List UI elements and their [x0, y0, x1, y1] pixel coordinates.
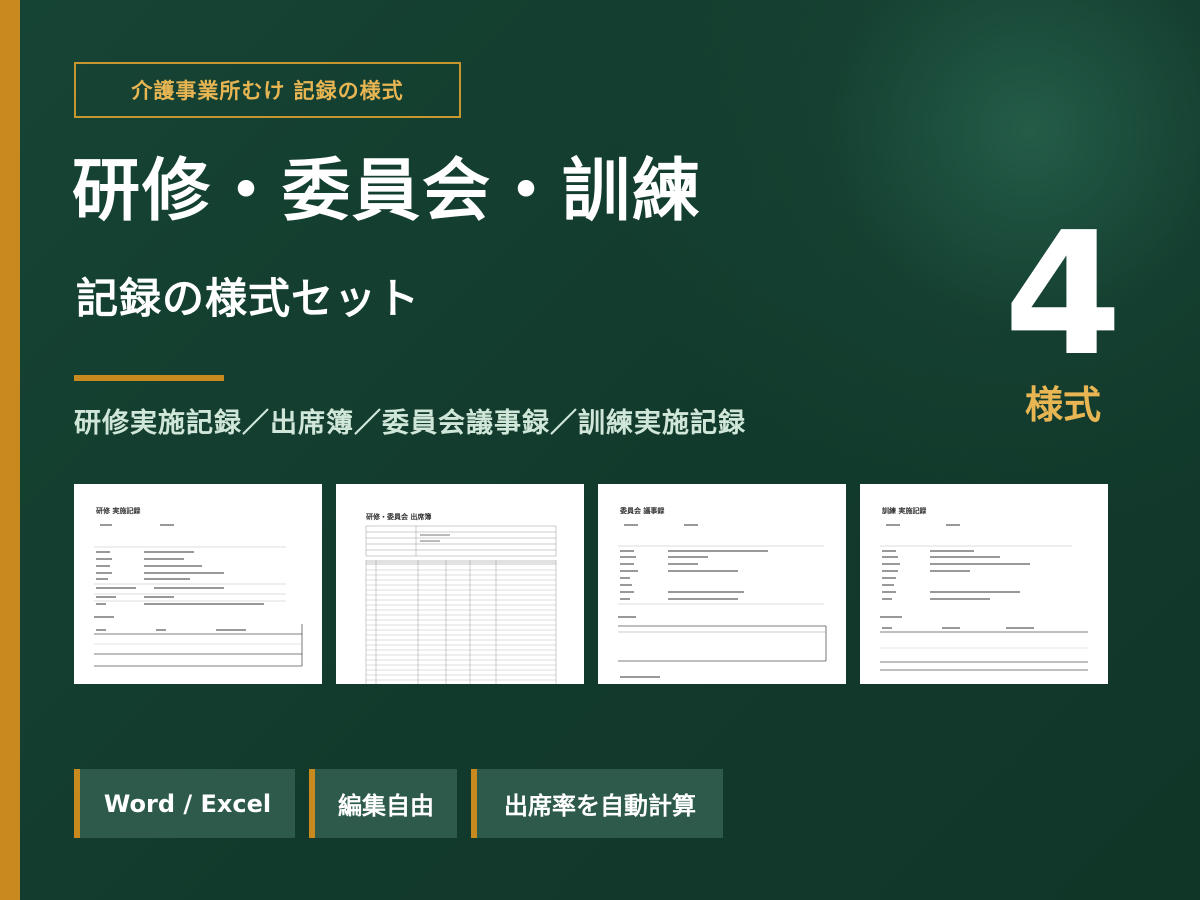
title-divider [74, 375, 224, 381]
form-count-number: 4 [1003, 196, 1123, 394]
thumbnail-committee-minutes: 委員会 議事録 [598, 484, 846, 684]
category-badge: 介護事業所むけ 記録の様式 [74, 62, 461, 118]
thumbnail-drill-record: 訓練 実施記録 [860, 484, 1108, 684]
thumbnail-title: 研修・委員会 出席簿 [366, 513, 432, 521]
tag-word-excel: Word / Excel [74, 769, 295, 838]
thumbnail-training-record: 研修 実施記録 [74, 484, 322, 684]
document-list: 研修実施記録／出席簿／委員会議事録／訓練実施記録 [74, 408, 746, 439]
tag-auto-attendance-rate: 出席率を自動計算 [471, 769, 723, 838]
thumbnail-title: 研修 実施記録 [96, 507, 141, 515]
subtitle: 記録の様式セット [76, 274, 421, 323]
category-badge-label: 介護事業所むけ 記録の様式 [131, 79, 404, 103]
tag-free-edit: 編集自由 [309, 769, 457, 838]
thumbnail-title: 訓練 実施記録 [882, 507, 927, 515]
thumbnail-attendance-sheet: 研修・委員会 出席簿 [336, 484, 584, 684]
main-title: 研修・委員会・訓練 [72, 152, 703, 231]
thumbnail-title: 委員会 議事録 [620, 507, 665, 515]
background [0, 0, 1200, 900]
left-accent-bar [0, 0, 20, 900]
form-count-label: 様式 [1024, 383, 1101, 427]
